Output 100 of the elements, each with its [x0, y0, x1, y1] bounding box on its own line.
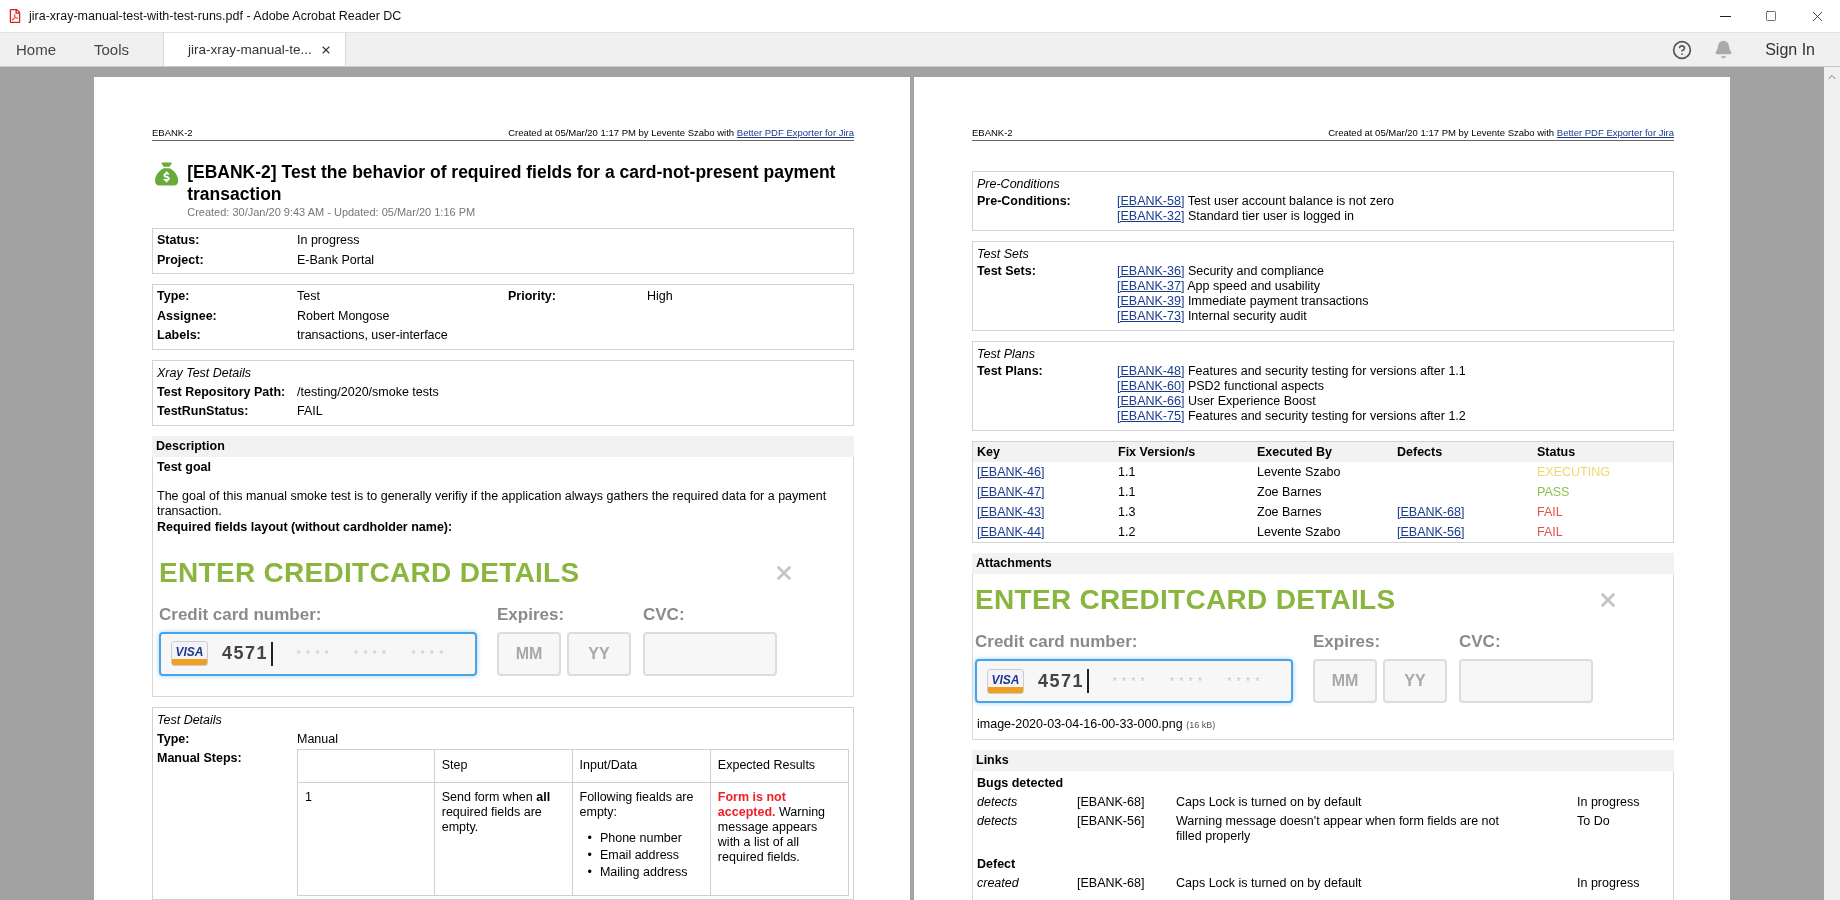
field-label: Expires:	[497, 604, 566, 625]
field-label: Expires:	[1313, 632, 1382, 652]
status-text: PASS	[1537, 484, 1571, 501]
field-value: transactions, user-interface	[297, 327, 449, 344]
issue-link[interactable]: [EBANK-66]	[1117, 394, 1185, 408]
pdf-file-icon	[8, 9, 22, 23]
exporter-link[interactable]: Better PDF Exporter for Jira	[1556, 127, 1674, 138]
box-heading: Test Plans	[977, 346, 1036, 363]
issue-summary: Internal security audit	[1187, 309, 1307, 323]
list-item: Mailing address	[599, 863, 688, 881]
issue-link[interactable]: [EBANK-60]	[1117, 379, 1185, 393]
issue-link[interactable]: [EBANK-47]	[977, 485, 1045, 499]
table-cell-text: 1.1	[1118, 464, 1137, 481]
issue-link[interactable]: [EBANK-75]	[1117, 409, 1185, 423]
field-value: FAIL	[297, 403, 324, 420]
link-type: detects	[977, 795, 1019, 810]
issue-link[interactable]: [EBANK-73]	[1117, 309, 1185, 323]
list-item: Phone number	[599, 829, 682, 847]
export-note: Created at 05/Mar/20 1:17 PM by Levente Szabo with	[508, 127, 735, 138]
exporter-link[interactable]: Better PDF Exporter for Jira	[736, 127, 854, 138]
issue-status: To Do	[1577, 814, 1611, 830]
field-label: Credit card number:	[975, 632, 1139, 652]
issue-key: EBANK-2	[152, 127, 193, 138]
field-value: Test	[297, 288, 321, 305]
table-header: Expected Results	[710, 749, 849, 782]
field-label: Pre-Conditions:	[977, 194, 1072, 210]
help-icon[interactable]	[1672, 39, 1693, 60]
issue-key: [EBANK-56]	[1077, 814, 1176, 844]
field-label: Assignee:	[157, 307, 218, 325]
section-heading: Description	[152, 435, 854, 457]
field-value: Manual	[297, 730, 339, 748]
issue-link[interactable]: [EBANK-68]	[1397, 505, 1465, 519]
field-label: Credit card number:	[159, 604, 323, 625]
nav-tab[interactable]: Home	[0, 33, 72, 66]
column-header: Fix Version/s	[1118, 444, 1197, 461]
nav-tab[interactable]: Tools	[78, 33, 146, 66]
issue-link[interactable]: [EBANK-39]	[1117, 294, 1185, 308]
field-label: Labels:	[157, 327, 202, 344]
issue-link[interactable]: [EBANK-32]	[1117, 209, 1185, 223]
issue-link[interactable]: [EBANK-37]	[1117, 279, 1185, 293]
field-label: Priority:	[508, 288, 557, 305]
table-cell: 1	[297, 782, 435, 895]
issue-summary: Caps Lock is turned on by default	[1176, 795, 1363, 810]
issue-link[interactable]: [EBANK-44]	[977, 525, 1045, 539]
file-size: (16 kB)	[1186, 720, 1216, 730]
issue-link[interactable]: [EBANK-48]	[1117, 364, 1185, 378]
issue-summary: Security and compliance	[1187, 264, 1325, 278]
issue-link[interactable]: [EBANK-43]	[977, 505, 1045, 519]
column-header: Defects	[1397, 444, 1444, 461]
group-title: Bugs detected	[976, 775, 1065, 792]
table-cell-text: 1.1	[1118, 484, 1137, 501]
issue-status: In progress	[1577, 795, 1641, 810]
bullet-mark: •	[587, 863, 592, 881]
field-value: Robert Mongose	[297, 307, 391, 325]
issue-summary: Immediate payment transactions	[1187, 294, 1369, 308]
link-type: detects	[977, 814, 1019, 830]
field-label: TestRunStatus:	[157, 403, 250, 420]
issue-link[interactable]: [EBANK-58]	[1117, 194, 1185, 208]
form-title: ENTER CREDITCARD DETAILS	[159, 556, 580, 589]
table-cell: Send form when all required fields are empty.	[434, 782, 572, 895]
status-text: FAIL	[1537, 524, 1564, 541]
section-heading: Links	[972, 750, 1674, 771]
table-header: Input/Data	[572, 749, 711, 782]
issue-summary: Features and security testing for versions after 1.1	[1187, 364, 1466, 378]
box-heading: Xray Test Details	[157, 364, 253, 382]
card-number-field[interactable]: VISA 4571 * * * * * * * * * * * *	[975, 659, 1293, 703]
window-title: jira-xray-manual-test-with-test-runs.pdf - Adobe Acrobat Reader DC	[29, 9, 402, 23]
sign-in-button[interactable]: Sign In	[1765, 40, 1815, 59]
group-title: Defect	[976, 856, 1017, 873]
table-cell-text: 1.2	[1118, 524, 1137, 541]
description-text: The goal of this manual smoke test is to generally verifiy if the application always gathers the required data for a payment transaction.	[157, 488, 828, 519]
field-label: Type:	[157, 288, 191, 305]
card-number-field[interactable]: VISA 4571 * * * * * * * * * * * *	[159, 631, 477, 676]
field-value: In progress	[297, 232, 361, 249]
issue-link[interactable]: [EBANK-36]	[1117, 264, 1185, 278]
field-label: Type:	[157, 730, 191, 748]
money-bag-icon	[155, 161, 179, 187]
document-tab[interactable]: jira-xray-manual-te...	[163, 33, 347, 66]
issue-title: [EBANK-2] Test the behavior of required fields for a card-not-present payment transaction	[187, 161, 837, 205]
cvc-field[interactable]	[643, 631, 777, 676]
scrollbar[interactable]	[1824, 67, 1840, 900]
field-label: Test Sets:	[977, 264, 1037, 280]
table-header: Step	[434, 749, 572, 782]
bell-icon[interactable]	[1714, 40, 1734, 59]
bullet-mark: •	[587, 829, 592, 847]
section-heading: Attachments	[972, 553, 1674, 574]
field-label: Manual Steps:	[157, 750, 243, 767]
issue-dates: Created: 30/Jan/20 9:43 AM - Updated: 05/Mar/20 1:16 PM	[187, 206, 477, 218]
issue-status: In progress	[1577, 876, 1641, 891]
box-heading: Pre-Conditions	[977, 176, 1061, 193]
issue-link[interactable]: [EBANK-46]	[977, 465, 1045, 479]
table-cell: Form is not accepted. Warning message appears with a list of all required fields.	[710, 782, 849, 895]
bullet-mark: •	[587, 846, 592, 864]
table-cell-text: Levente Szabo	[1257, 524, 1342, 541]
table-cell-text: 1.3	[1118, 504, 1137, 521]
issue-key: [EBANK-68]	[1077, 795, 1176, 810]
field-value: /testing/2020/smoke tests	[297, 383, 440, 401]
cvc-field[interactable]	[1459, 659, 1593, 703]
issue-link[interactable]: [EBANK-56]	[1397, 525, 1465, 539]
box-heading: Test Sets	[977, 246, 1030, 263]
